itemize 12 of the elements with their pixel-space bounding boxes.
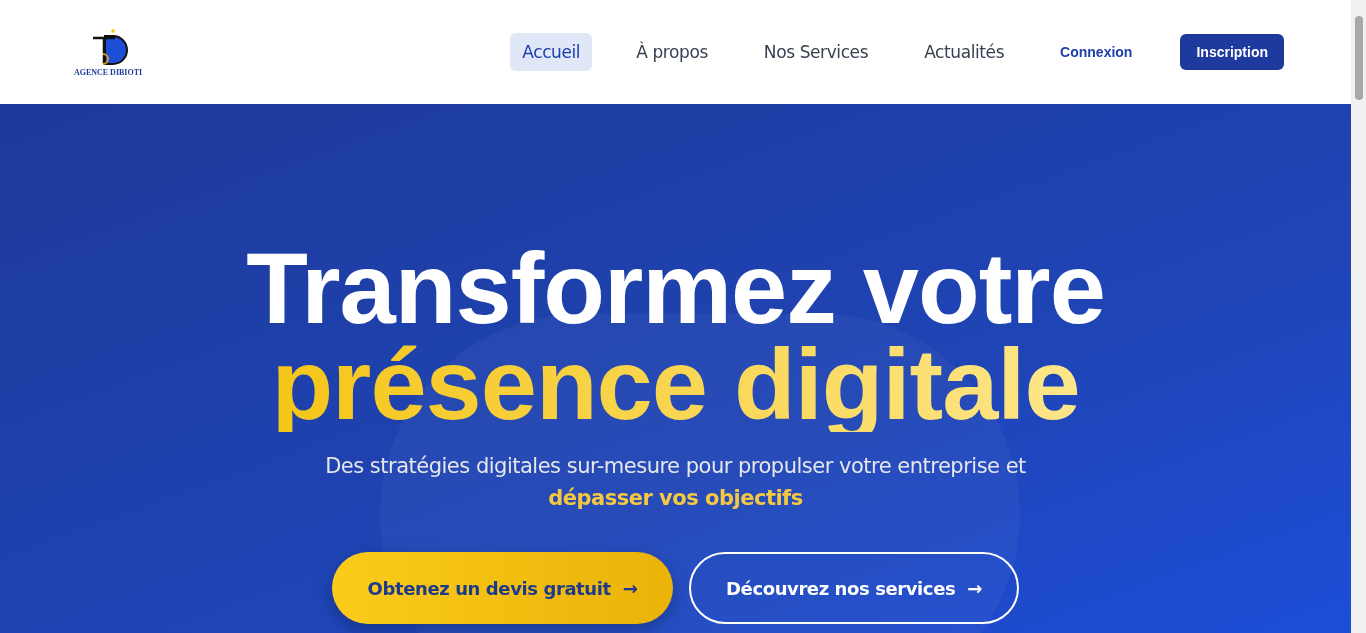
nav-tab[interactable]: Nos Services <box>751 33 881 71</box>
signup-button[interactable]: Inscription <box>1180 34 1284 70</box>
hero-title: Transformez votre <box>246 240 1105 336</box>
nav-tab[interactable]: Accueil <box>510 33 593 71</box>
scrollbar[interactable] <box>1351 0 1366 633</box>
nav-tab[interactable]: Actualités <box>912 33 1017 71</box>
nav-tab[interactable]: À propos <box>624 33 720 71</box>
hero-subtitle: Des stratégies digitales sur-mesure pour propulser votre entreprise et dépasser vos objectifs <box>324 453 1027 512</box>
services-button[interactable]: Découvrez nos services → <box>689 552 1019 624</box>
login-link[interactable]: Connexion <box>1060 44 1133 60</box>
logo-caption: AGENCE DIBIOTI <box>73 67 143 77</box>
quote-button[interactable]: Obtenez un devis gratuit → <box>332 552 673 624</box>
